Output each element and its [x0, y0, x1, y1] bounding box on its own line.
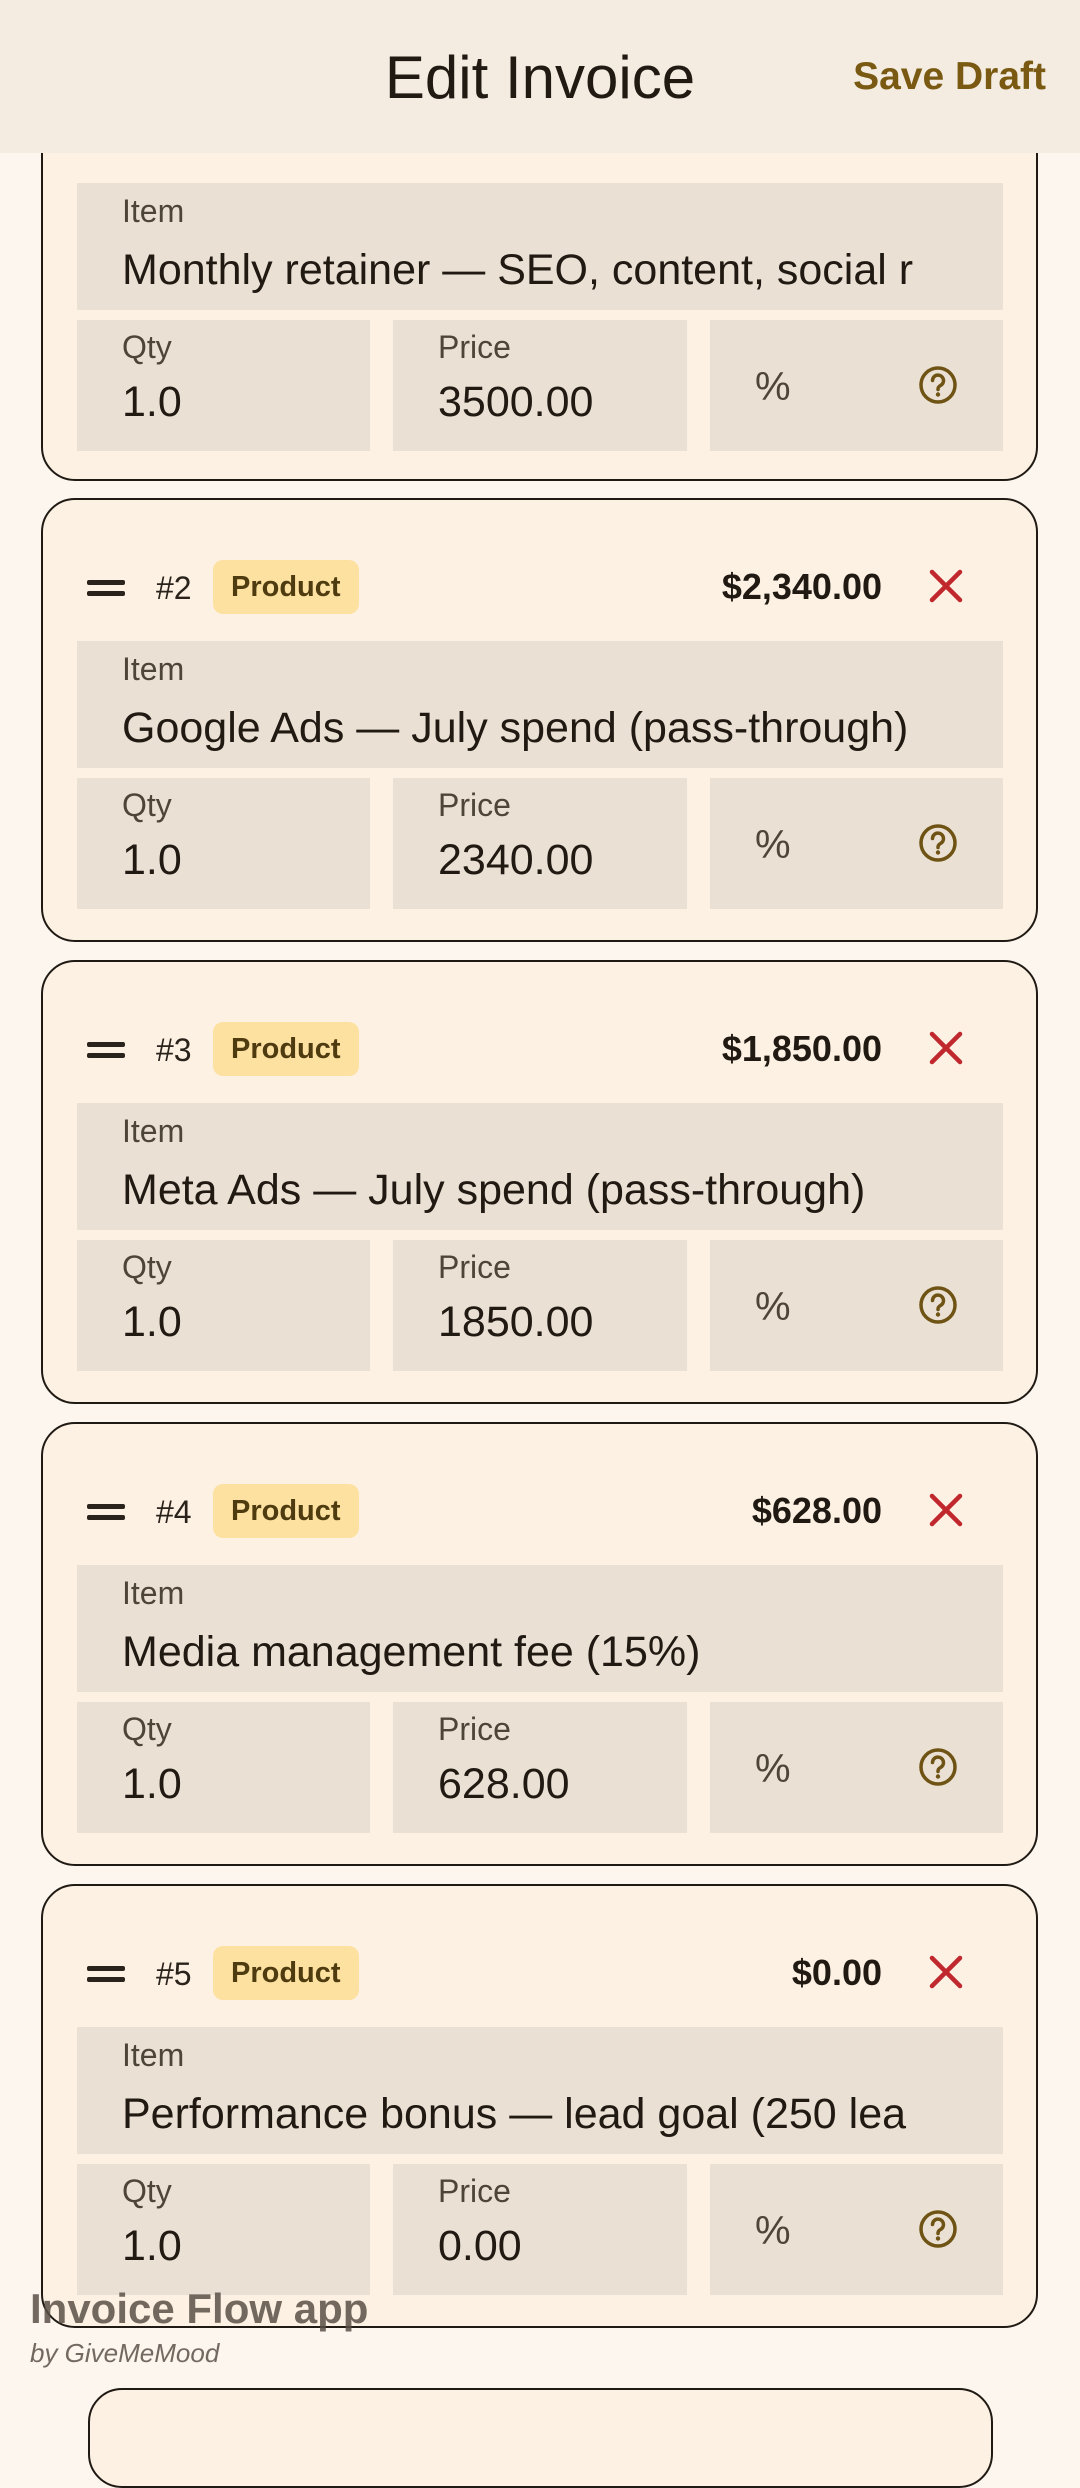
item-label: Item — [122, 193, 185, 229]
item-total-amount: $628.00 — [751, 1490, 882, 1531]
save-draft-button[interactable]: Save Draft — [853, 52, 1046, 102]
qty-field[interactable]: Qty 1.0 — [77, 2164, 370, 2295]
item-type-badge: Product — [213, 1022, 359, 1076]
price-field[interactable]: Price 0.00 — [393, 2164, 687, 2295]
item-number: #3 — [156, 1032, 192, 1068]
line-item-card-partial — [88, 2388, 993, 2488]
item-description-field[interactable]: Item Google Ads — July spend (pass-throu… — [77, 641, 1003, 768]
item-description-value: Performance bonus — lead goal (250 lea — [122, 2090, 907, 2138]
discount-percent-field[interactable]: % — [710, 1240, 1003, 1371]
percent-label: % — [755, 1285, 791, 1329]
item-description-field[interactable]: Item Meta Ads — July spend (pass-through… — [77, 1103, 1003, 1230]
close-icon[interactable] — [927, 567, 965, 605]
item-description-field[interactable]: Item Performance bonus — lead goal (250 … — [77, 2027, 1003, 2154]
qty-field[interactable]: Qty 1.0 — [77, 320, 370, 451]
item-type-badge: Product — [213, 560, 359, 614]
item-total-amount: $2,340.00 — [721, 566, 882, 607]
app-watermark: Invoice Flow app by GiveMeMood — [30, 2283, 368, 2371]
line-item-card: #4 Product $628.00 Item Media management… — [41, 1422, 1038, 1866]
price-value: 2340.00 — [438, 836, 594, 884]
item-description-value: Meta Ads — July spend (pass-through) — [122, 1166, 866, 1214]
item-total-amount: $1,850.00 — [721, 1028, 882, 1069]
help-circle-icon[interactable] — [918, 1285, 958, 1325]
item-label: Item — [122, 651, 185, 687]
price-value: 3500.00 — [438, 378, 594, 426]
item-number: #5 — [156, 1956, 192, 1992]
item-description-value: Monthly retainer — SEO, content, social … — [122, 246, 914, 294]
qty-value: 1.0 — [122, 836, 182, 884]
qty-field[interactable]: Qty 1.0 — [77, 1240, 370, 1371]
price-value: 628.00 — [438, 1760, 570, 1808]
help-circle-icon[interactable] — [918, 365, 958, 405]
drag-handle-icon[interactable] — [87, 1040, 125, 1060]
item-description-value: Google Ads — July spend (pass-through) — [122, 704, 909, 752]
price-value: 0.00 — [438, 2222, 522, 2270]
item-label: Item — [122, 1113, 185, 1149]
qty-label: Qty — [122, 2173, 172, 2209]
qty-field[interactable]: Qty 1.0 — [77, 778, 370, 909]
close-icon[interactable] — [927, 1491, 965, 1529]
help-circle-icon[interactable] — [918, 823, 958, 863]
price-label: Price — [438, 1249, 511, 1285]
qty-label: Qty — [122, 787, 172, 823]
close-icon[interactable] — [927, 1029, 965, 1067]
discount-percent-field[interactable]: % — [710, 778, 1003, 909]
price-field[interactable]: Price 628.00 — [393, 1702, 687, 1833]
invoice-items-list[interactable]: Item Monthly retainer — SEO, content, so… — [0, 0, 1080, 2488]
item-description-field[interactable]: Item Media management fee (15%) — [77, 1565, 1003, 1692]
item-number: #2 — [156, 570, 192, 606]
price-label: Price — [438, 787, 511, 823]
item-type-badge: Product — [213, 1946, 359, 2000]
item-label: Item — [122, 1575, 185, 1611]
help-circle-icon[interactable] — [918, 1747, 958, 1787]
close-icon[interactable] — [927, 1953, 965, 1991]
qty-value: 1.0 — [122, 1298, 182, 1346]
item-type-badge: Product — [213, 1484, 359, 1538]
qty-label: Qty — [122, 1249, 172, 1285]
price-label: Price — [438, 2173, 511, 2209]
line-item-card: #3 Product $1,850.00 Item Meta Ads — Jul… — [41, 960, 1038, 1404]
item-total-amount: $0.00 — [791, 1952, 882, 1993]
line-item-card: #2 Product $2,340.00 Item Google Ads — J… — [41, 498, 1038, 942]
percent-label: % — [755, 365, 791, 409]
qty-value: 1.0 — [122, 378, 182, 426]
price-field[interactable]: Price 2340.00 — [393, 778, 687, 909]
drag-handle-icon[interactable] — [87, 578, 125, 598]
percent-label: % — [755, 823, 791, 867]
qty-label: Qty — [122, 1711, 172, 1747]
price-label: Price — [438, 1711, 511, 1747]
qty-label: Qty — [122, 329, 172, 365]
app-bar: Edit Invoice Save Draft — [0, 0, 1080, 153]
watermark-subtitle: by GiveMeMood — [30, 2338, 220, 2368]
qty-value: 1.0 — [122, 1760, 182, 1808]
drag-handle-icon[interactable] — [87, 1964, 125, 1984]
drag-handle-icon[interactable] — [87, 1502, 125, 1522]
percent-label: % — [755, 2209, 791, 2253]
line-item-card: #5 Product $0.00 Item Performance bonus … — [41, 1884, 1038, 2328]
percent-label: % — [755, 1747, 791, 1791]
price-field[interactable]: Price 1850.00 — [393, 1240, 687, 1371]
price-value: 1850.00 — [438, 1298, 594, 1346]
help-circle-icon[interactable] — [918, 2209, 958, 2249]
qty-field[interactable]: Qty 1.0 — [77, 1702, 370, 1833]
watermark-title: Invoice Flow app — [30, 2285, 369, 2332]
price-field[interactable]: Price 3500.00 — [393, 320, 687, 451]
discount-percent-field[interactable]: % — [710, 2164, 1003, 2295]
item-label: Item — [122, 2037, 185, 2073]
item-description-field[interactable]: Item Monthly retainer — SEO, content, so… — [77, 183, 1003, 310]
item-number: #4 — [156, 1494, 192, 1530]
qty-value: 1.0 — [122, 2222, 182, 2270]
discount-percent-field[interactable]: % — [710, 1702, 1003, 1833]
item-description-value: Media management fee (15%) — [122, 1628, 701, 1676]
discount-percent-field[interactable]: % — [710, 320, 1003, 451]
price-label: Price — [438, 329, 511, 365]
